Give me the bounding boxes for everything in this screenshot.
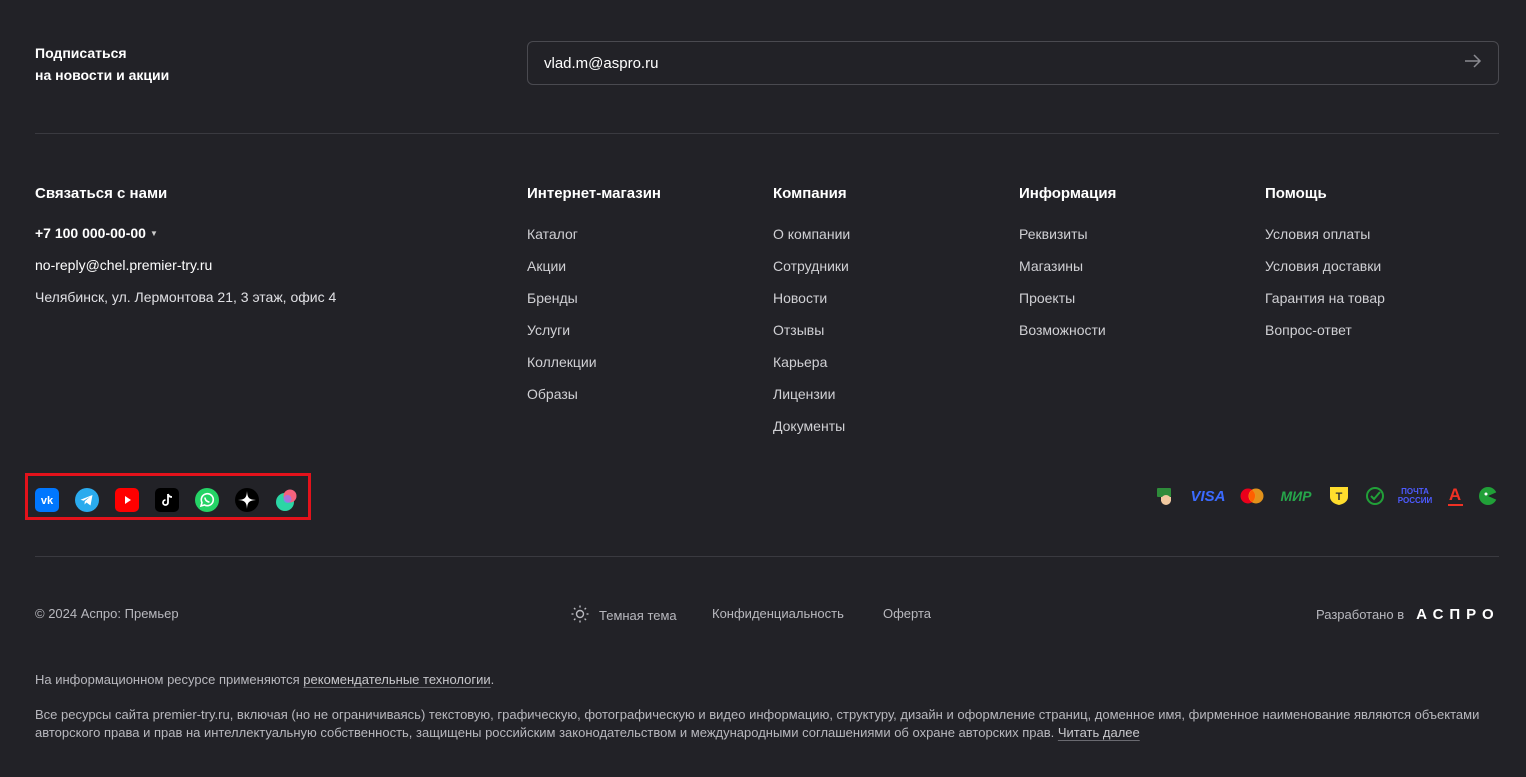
menu-item-features[interactable]: Возможности [1019,321,1106,353]
developed-by: Разработано в АСПРО [1316,606,1500,623]
theme-toggle[interactable]: Темная тема [571,605,677,626]
menu-item-warranty[interactable]: Гарантия на товар [1265,289,1385,321]
theme-toggle-label[interactable]: Темная тема [599,608,677,623]
subscribe-title: Подписаться на новости и акции [35,42,335,86]
column-list-info: Реквизиты Магазины Проекты Возможности [1019,225,1106,353]
sberpay-icon [1364,485,1386,507]
menu-item-delivery-terms[interactable]: Условия доставки [1265,257,1385,289]
subscribe-title-line2: на новости и акции [35,67,170,83]
zen-icon[interactable] [235,488,259,512]
subscribe-form [527,41,1499,85]
contact-email[interactable]: no-reply@chel.premier-try.ru [35,257,212,273]
menu-item-payment-terms[interactable]: Условия оплаты [1265,225,1385,257]
pochta-russia-icon: ПОЧТА РОССИИ [1397,487,1433,505]
column-title-help: Помощь [1265,185,1327,202]
contact-phone[interactable]: +7 100 000-00-00 ▼ [35,225,158,241]
column-list-company: О компании Сотрудники Новости Отзывы Кар… [773,225,850,449]
menu-item-projects[interactable]: Проекты [1019,289,1106,321]
cash-icon [1153,485,1177,507]
social-links-highlight: vk [25,473,311,520]
legal-recommendation-notice: На информационном ресурсе применяются ре… [35,672,495,687]
menu-item-collections[interactable]: Коллекции [527,353,597,385]
menu-item-licenses[interactable]: Лицензии [773,385,850,417]
menu-item-faq[interactable]: Вопрос-ответ [1265,321,1385,353]
column-list-shop: Каталог Акции Бренды Услуги Коллекции Об… [527,225,597,417]
menu-item-about[interactable]: О компании [773,225,850,257]
svg-text:Т: Т [1336,491,1343,503]
menu-item-stores[interactable]: Магазины [1019,257,1106,289]
contact-address: Челябинск, ул. Лермонтова 21, 3 этаж, оф… [35,289,337,305]
column-title-shop: Интернет-магазин [527,185,661,202]
menu-item-staff[interactable]: Сотрудники [773,257,850,289]
alfa-bank-icon: А [1447,484,1463,506]
privacy-link[interactable]: Конфиденциальность [712,606,844,621]
copyright: © 2024 Аспро: Премьер [35,606,179,621]
column-list-help: Условия оплаты Условия доставки Гарантия… [1265,225,1385,353]
arrow-right-icon[interactable] [1464,53,1482,73]
mir-icon: МИР [1280,488,1312,504]
tiktok-icon[interactable] [155,488,179,512]
chevron-down-icon[interactable]: ▼ [150,229,158,238]
read-more-link[interactable]: Читать далее [1058,725,1140,740]
menu-item-sales[interactable]: Акции [527,257,597,289]
mastercard-icon [1239,485,1265,507]
column-title-info: Информация [1019,185,1117,202]
telegram-icon[interactable] [75,488,99,512]
tinkoff-icon: Т [1328,485,1350,507]
developed-by-label: Разработано в [1316,607,1405,622]
sbp-icon [1477,485,1499,507]
aspro-logo[interactable]: АСПРО [1416,606,1500,623]
divider-bottom [35,556,1499,557]
column-title-company: Компания [773,185,847,202]
menu-item-documents[interactable]: Документы [773,417,850,449]
vk-icon[interactable]: vk [35,488,59,512]
legal-copyright-notice: Все ресурсы сайта premier-try.ru, включа… [35,707,1480,740]
menu-item-careers[interactable]: Карьера [773,353,850,385]
svg-text:vk: vk [41,495,54,507]
menu-item-reviews[interactable]: Отзывы [773,321,850,353]
recommendation-tech-link[interactable]: рекомендательные технологии [303,672,490,687]
youtube-icon[interactable] [115,488,139,512]
offer-link[interactable]: Оферта [883,606,931,621]
menu-item-requisites[interactable]: Реквизиты [1019,225,1106,257]
menu-item-looks[interactable]: Образы [527,385,597,417]
subscribe-email-input[interactable] [544,54,1404,72]
contacts-title: Связаться с нами [35,185,168,202]
contact-phone-number[interactable]: +7 100 000-00-00 [35,225,146,241]
odnoklassniki-icon[interactable] [275,488,299,512]
menu-item-services[interactable]: Услуги [527,321,597,353]
whatsapp-icon[interactable] [195,488,219,512]
subscribe-title-line1: Подписаться [35,45,127,61]
sun-icon[interactable] [571,605,589,626]
menu-item-catalog[interactable]: Каталог [527,225,597,257]
divider-top [35,133,1499,134]
visa-icon: VISA [1190,487,1226,505]
menu-item-brands[interactable]: Бренды [527,289,597,321]
menu-item-news[interactable]: Новости [773,289,850,321]
